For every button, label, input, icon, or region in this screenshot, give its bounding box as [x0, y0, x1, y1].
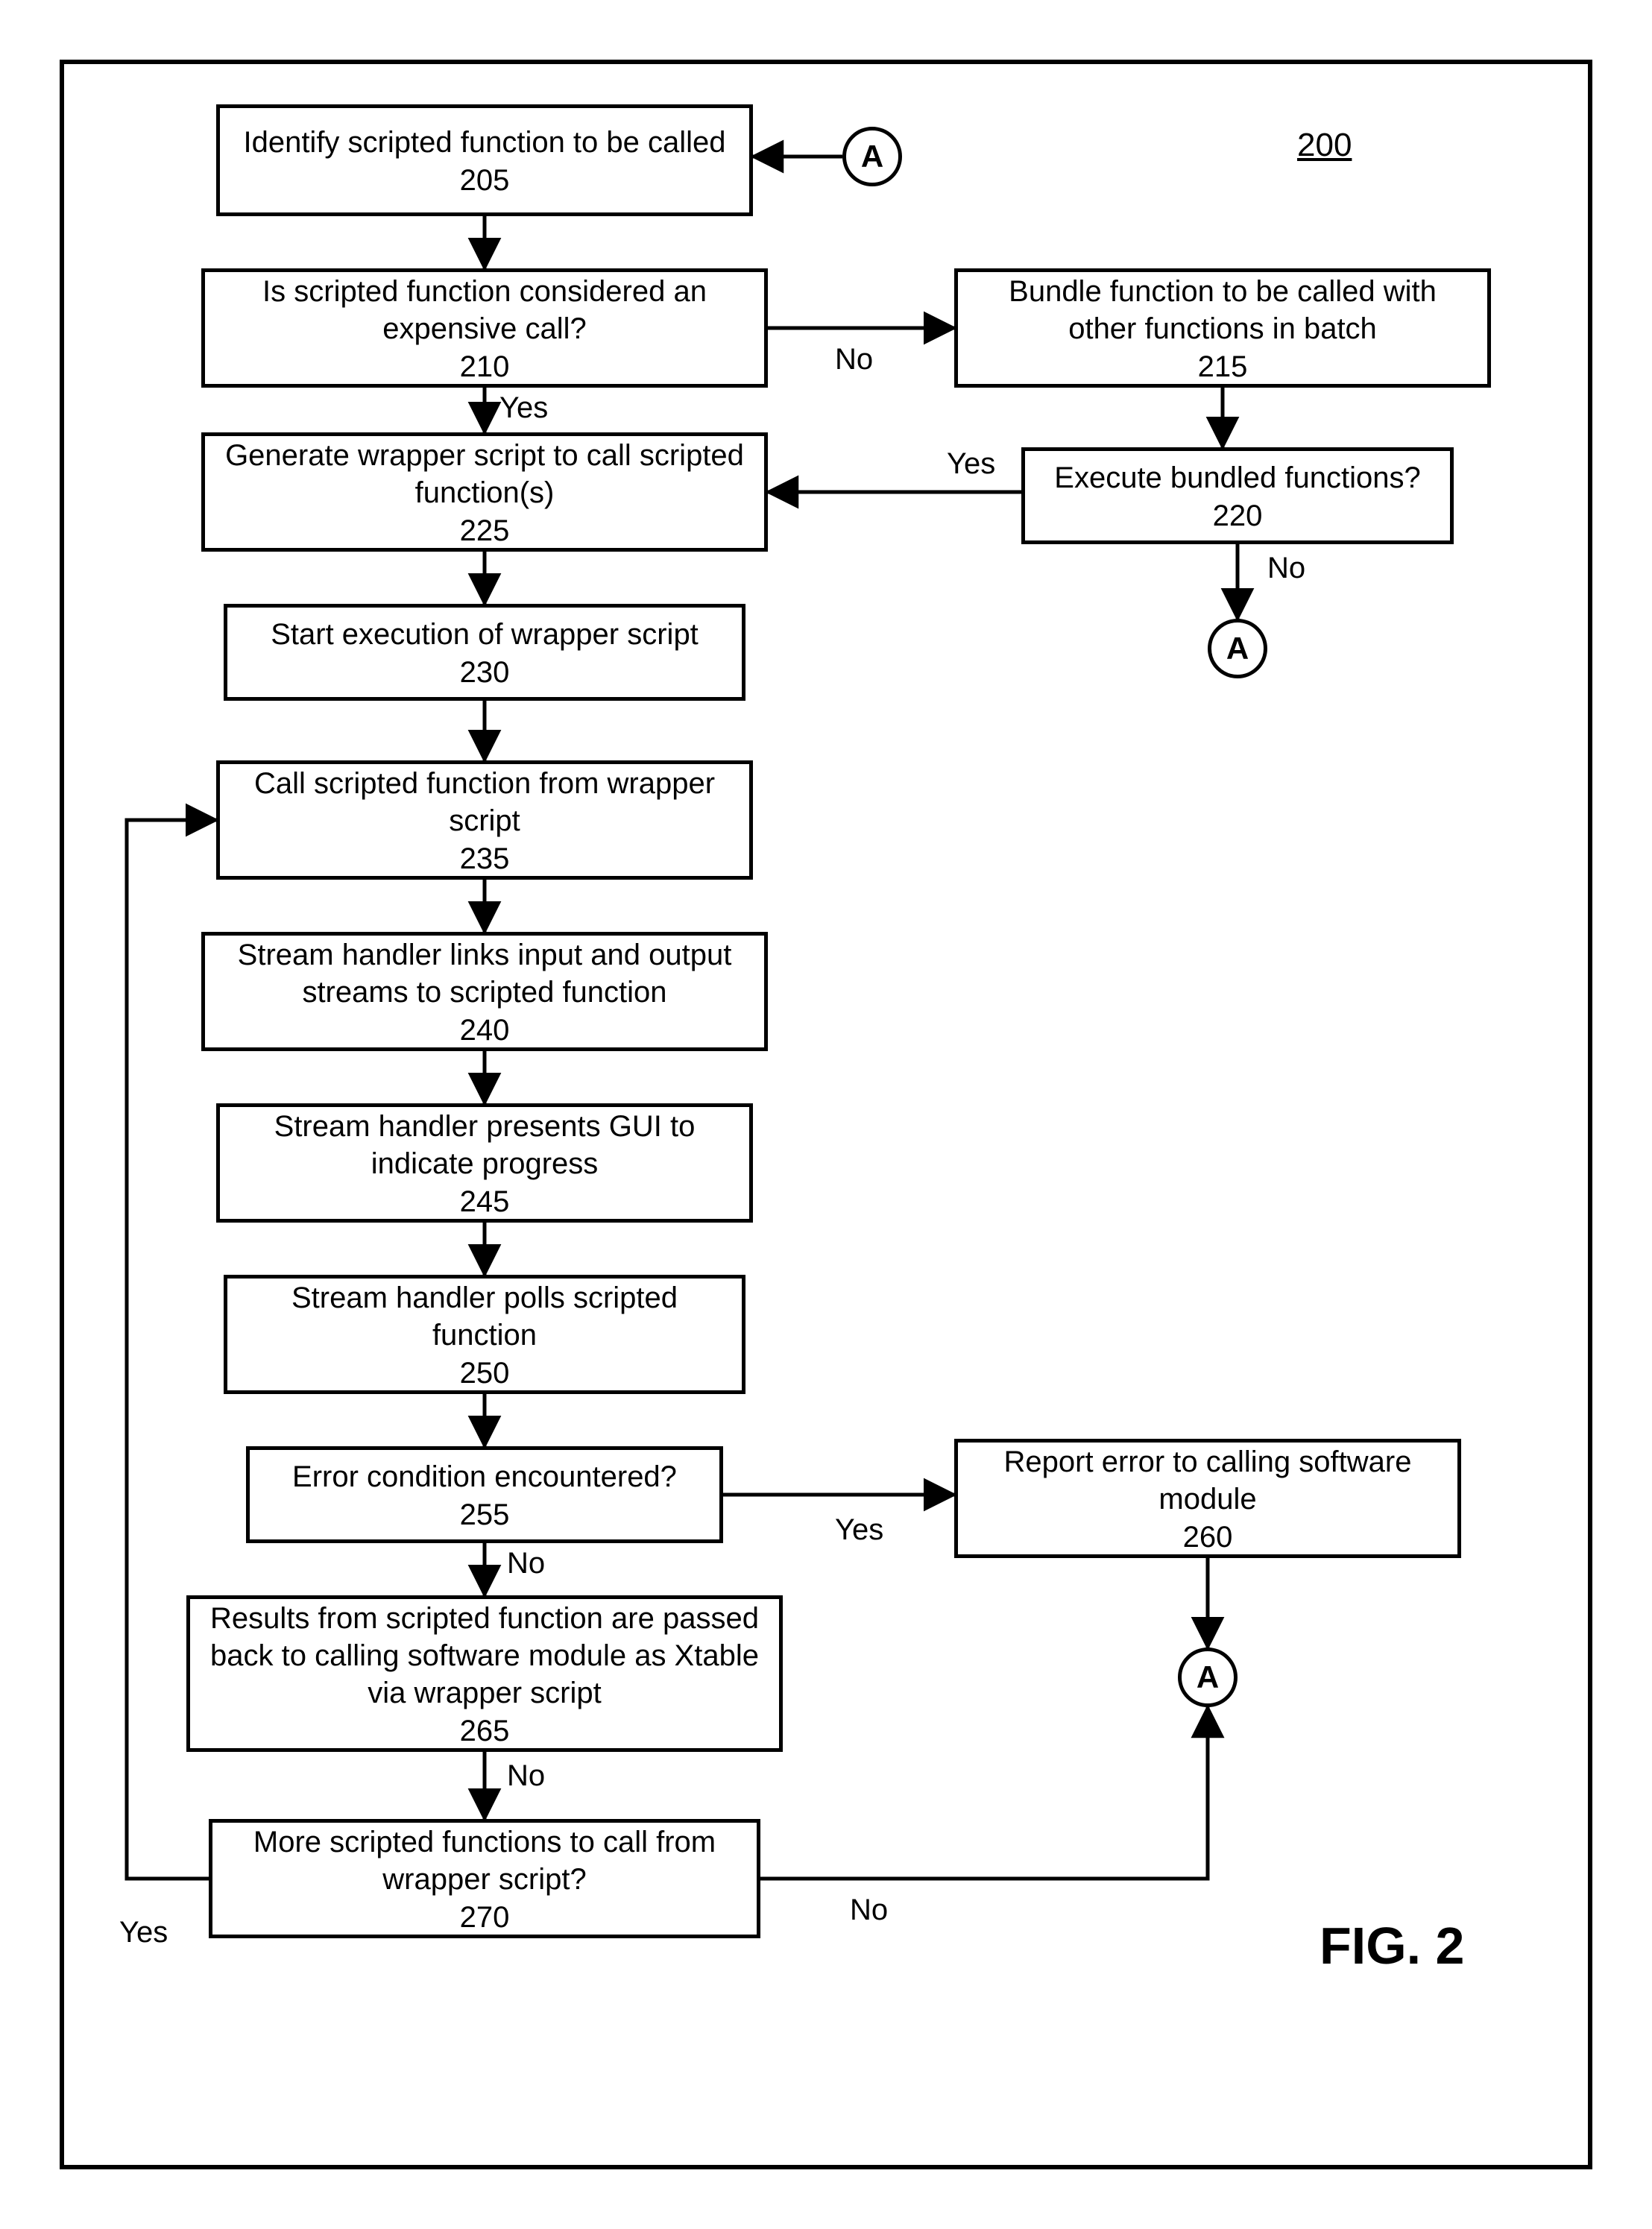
node-255: Error condition encountered? 255: [246, 1446, 723, 1543]
node-270: More scripted functions to call from wra…: [209, 1819, 760, 1938]
node-235-num: 235: [460, 842, 510, 876]
node-225-num: 225: [460, 514, 510, 548]
node-210-text: Is scripted function considered an expen…: [220, 273, 749, 347]
label-255-no: No: [507, 1547, 545, 1580]
node-235-text: Call scripted function from wrapper scri…: [235, 765, 734, 839]
node-240-num: 240: [460, 1014, 510, 1047]
node-205: Identify scripted function to be called …: [216, 104, 753, 216]
node-260-num: 260: [1183, 1521, 1233, 1554]
label-210-no: No: [835, 343, 873, 376]
node-205-text: Identify scripted function to be called: [243, 124, 725, 161]
node-245-text: Stream handler presents GUI to indicate …: [235, 1108, 734, 1182]
node-220-text: Execute bundled functions?: [1054, 459, 1420, 496]
node-215-num: 215: [1198, 350, 1248, 384]
node-265-num: 265: [460, 1715, 510, 1748]
connector-a-top: A: [842, 127, 902, 186]
node-220-num: 220: [1213, 499, 1263, 533]
node-215-text: Bundle function to be called with other …: [973, 273, 1472, 347]
node-240-text: Stream handler links input and output st…: [220, 936, 749, 1011]
node-240: Stream handler links input and output st…: [201, 932, 768, 1051]
node-210-num: 210: [460, 350, 510, 384]
figure-label: FIG. 2: [1320, 1916, 1464, 1976]
node-230-text: Start execution of wrapper script: [271, 616, 699, 653]
label-220-no: No: [1267, 552, 1305, 585]
page-number: 200: [1297, 127, 1352, 164]
node-230: Start execution of wrapper script 230: [224, 604, 745, 701]
node-250: Stream handler polls scripted function 2…: [224, 1275, 745, 1394]
label-220-yes: Yes: [947, 447, 995, 481]
node-245: Stream handler presents GUI to indicate …: [216, 1103, 753, 1223]
node-235: Call scripted function from wrapper scri…: [216, 760, 753, 880]
node-205-num: 205: [460, 164, 510, 198]
node-225-text: Generate wrapper script to call scripted…: [220, 437, 749, 511]
label-255-yes: Yes: [835, 1513, 883, 1547]
node-215: Bundle function to be called with other …: [954, 268, 1491, 388]
node-260: Report error to calling software module …: [954, 1439, 1461, 1558]
connector-a-right: A: [1208, 619, 1267, 678]
node-245-num: 245: [460, 1185, 510, 1219]
label-265-no: No: [507, 1759, 545, 1793]
node-230-num: 230: [460, 656, 510, 690]
connector-a-bottom: A: [1178, 1648, 1238, 1707]
node-210: Is scripted function considered an expen…: [201, 268, 768, 388]
node-255-num: 255: [460, 1498, 510, 1532]
node-270-text: More scripted functions to call from wra…: [227, 1823, 742, 1898]
label-210-yes: Yes: [499, 391, 548, 425]
node-225: Generate wrapper script to call scripted…: [201, 432, 768, 552]
node-250-num: 250: [460, 1357, 510, 1390]
node-270-num: 270: [460, 1901, 510, 1935]
node-220: Execute bundled functions? 220: [1021, 447, 1454, 544]
node-255-text: Error condition encountered?: [292, 1458, 677, 1495]
node-265-text: Results from scripted function are passe…: [205, 1600, 764, 1712]
label-270-yes: Yes: [119, 1916, 168, 1949]
node-260-text: Report error to calling software module: [973, 1443, 1443, 1518]
label-270-no: No: [850, 1894, 888, 1927]
node-265: Results from scripted function are passe…: [186, 1595, 783, 1752]
node-250-text: Stream handler polls scripted function: [242, 1279, 727, 1354]
